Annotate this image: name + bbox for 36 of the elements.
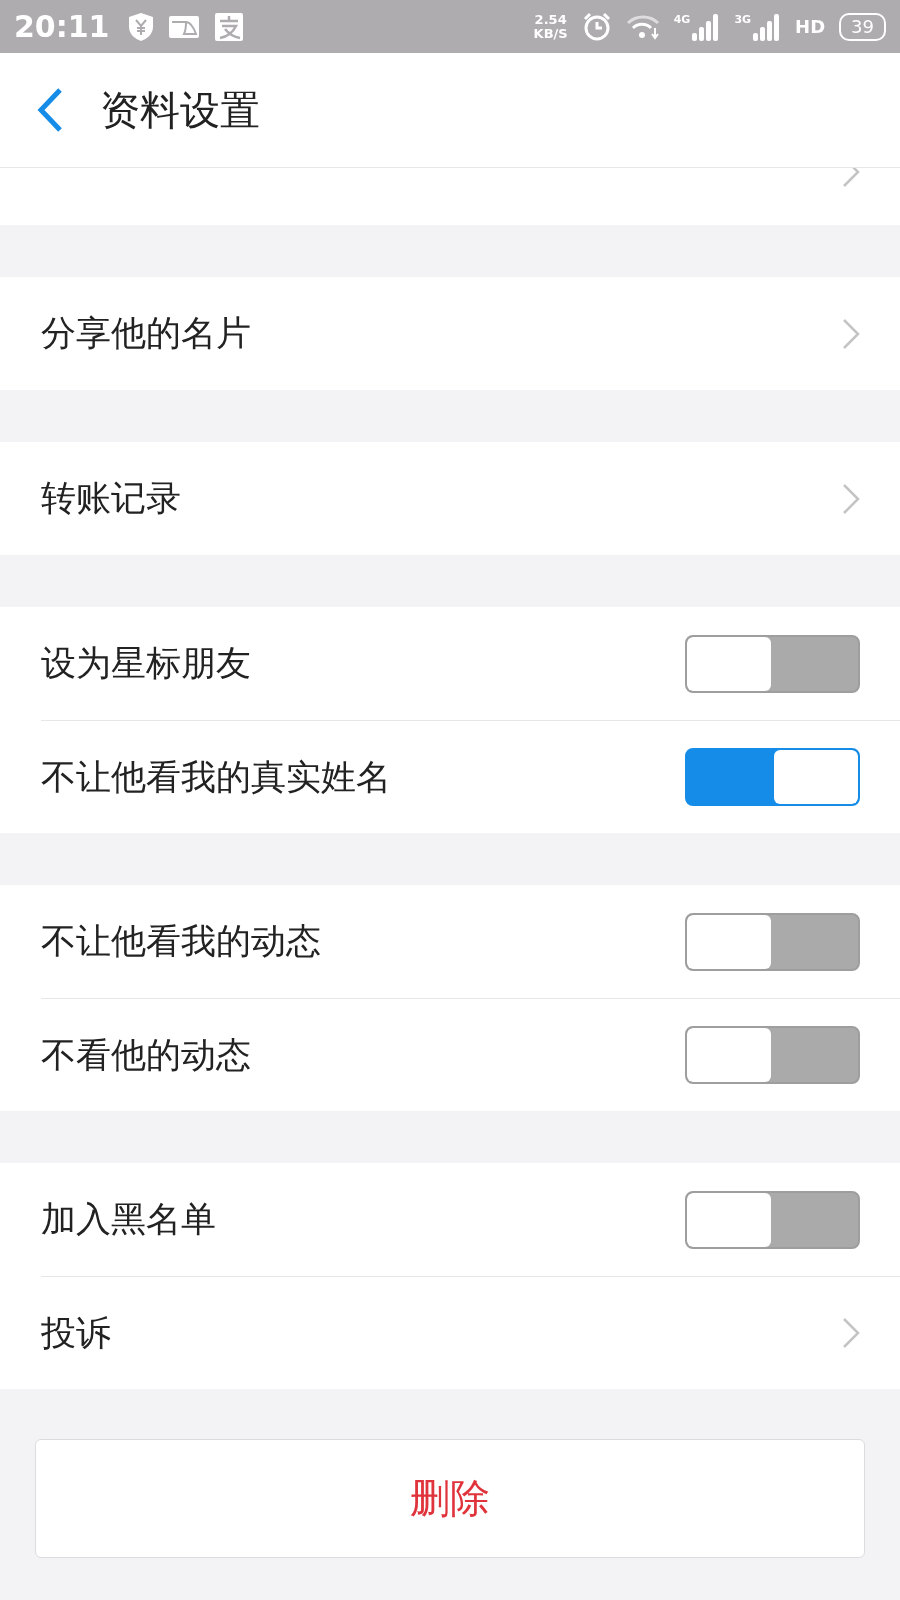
signal-icon xyxy=(753,12,782,41)
picture-message-icon xyxy=(167,13,200,40)
hd-voice-indicator: HD xyxy=(795,16,826,37)
alarm-icon xyxy=(581,11,612,42)
network-type: 3G xyxy=(734,12,752,26)
payment-app-icon xyxy=(213,11,244,42)
network-type: 4G xyxy=(673,12,691,26)
row-label: 不看他的动态 xyxy=(41,1033,252,1077)
row-label: 加入黑名单 xyxy=(41,1198,217,1241)
speed-value: 2.54 xyxy=(534,12,567,27)
row-label: 投诉 xyxy=(41,1311,112,1355)
toggle-switch[interactable] xyxy=(685,1190,860,1249)
back-button[interactable] xyxy=(35,87,65,133)
page-title: 资料设置 xyxy=(100,85,260,135)
wifi-icon xyxy=(625,13,660,40)
speed-unit: KB/S xyxy=(533,26,568,41)
row-label: 不让他看我的动态 xyxy=(41,920,322,963)
chevron-right-icon xyxy=(842,482,860,515)
row-label: 不让他看我的真实姓名 xyxy=(41,755,392,799)
settings-row[interactable]: 分享他的名片 xyxy=(41,277,900,390)
toggle-switch[interactable] xyxy=(685,748,860,806)
chevron-right-icon xyxy=(842,1317,860,1349)
delete-button[interactable]: 删除 xyxy=(35,1439,865,1558)
toggle-switch[interactable] xyxy=(685,634,860,693)
row-label: 转账记录 xyxy=(41,477,182,520)
signal-icon xyxy=(692,12,721,41)
battery-level: 39 xyxy=(839,12,886,41)
toggle-switch[interactable] xyxy=(685,912,860,971)
shield-icon xyxy=(127,11,154,42)
row-label: 分享他的名片 xyxy=(41,312,252,355)
clock: 20:11 xyxy=(14,9,110,44)
toggle-switch[interactable] xyxy=(685,1026,860,1084)
settings-row[interactable]: 投诉 xyxy=(41,1276,900,1389)
row-label: 设为星标朋友 xyxy=(41,642,252,685)
chevron-right-icon xyxy=(842,317,860,350)
settings-row[interactable]: 转账记录 xyxy=(41,442,900,555)
